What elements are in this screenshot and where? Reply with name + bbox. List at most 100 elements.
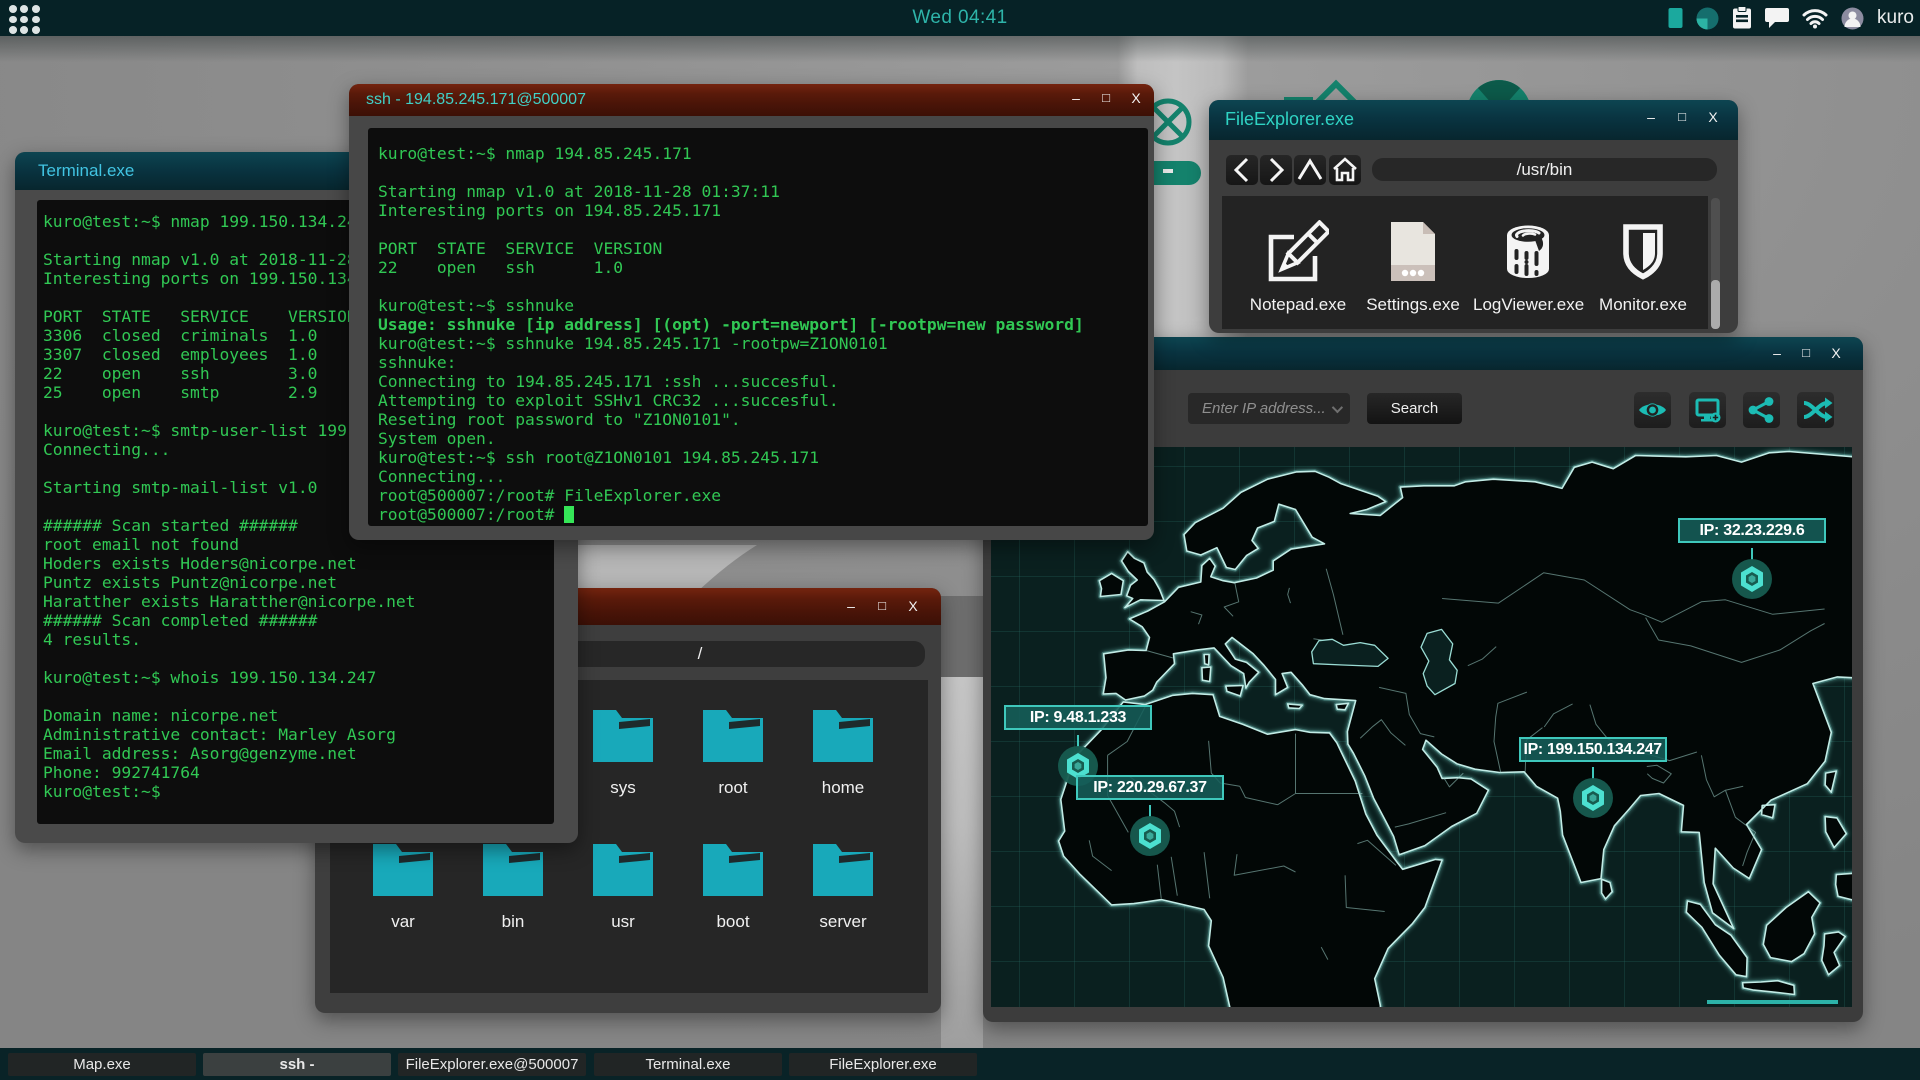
maximize-button[interactable]: □ [1095,90,1117,105]
file-label: Notepad.exe [1249,295,1347,314]
clipboard-icon[interactable] [1732,6,1752,30]
folder-boot[interactable]: boot [678,843,788,932]
folder-icon [703,710,763,762]
nav-up-button[interactable] [1294,155,1326,185]
node-hexagon-icon[interactable] [1130,816,1170,856]
terminal-line: kuro@test:~$ sshnuke 194.85.245.171 -roo… [378,334,888,353]
folder-server[interactable]: server [788,843,898,932]
folder-label: usr [611,912,635,931]
terminal-line: root@500007:/root# [378,505,1148,524]
ssh-titlebar[interactable]: ssh - 194.85.245.171@500007 [349,84,1154,116]
nav-home-button[interactable] [1329,155,1361,185]
terminal-line: kuro@test:~$ nmap 194.85.245.171 [378,144,692,163]
window-title: FileExplorer.exe [1225,109,1355,129]
map-marker[interactable]: IP: 32.23.229.6 [1678,518,1826,604]
username: kuro [1877,7,1914,28]
map-zoom-slider[interactable] [1707,1000,1838,1004]
folder-icon [703,844,763,896]
ip-address-combobox[interactable]: Enter IP address... [1188,393,1350,424]
ssh-window[interactable]: ssh - 194.85.245.171@500007 – □ X kuro@t… [349,84,1154,540]
shuffle-icon [1803,397,1833,423]
taskbar-item-fileexplorer-exe-500007[interactable]: FileExplorer.exe@500007 [398,1053,586,1076]
terminal-line: Attempting to exploit SSHv1 CRC32 ...suc… [378,391,839,410]
search-button[interactable]: Search [1367,393,1462,424]
folder-icon [373,844,433,896]
wifi-icon[interactable] [1802,8,1828,29]
add-monitor-button[interactable] [1689,392,1726,428]
folder-label: var [391,912,415,931]
nav-forward-button[interactable] [1260,155,1292,185]
map-marker[interactable]: IP: 199.150.134.247 [1519,737,1667,823]
terminal-line: kuro@test:~$ [43,782,161,801]
desktop-screen: Wed 04:41 kuro – □ X Enter IP address...… [0,0,1920,1080]
share-button[interactable] [1743,392,1780,428]
maximize-button[interactable]: □ [1795,345,1817,360]
terminal-line: Connecting... [378,467,506,486]
close-button[interactable]: X [1825,345,1847,361]
node-hexagon-icon[interactable] [1732,559,1772,599]
taskbar-item-fileexplorer-exe[interactable]: FileExplorer.exe [789,1053,977,1076]
marker-ip-label: IP: 9.48.1.233 [1004,705,1152,730]
file-LogViewer.exe[interactable]: LogViewer.exe [1473,220,1585,315]
terminal-line: ###### Scan completed ###### [43,611,318,630]
close-button[interactable]: X [1125,90,1147,106]
folder-var[interactable]: var [348,843,458,932]
scrollbar-thumb[interactable] [1711,280,1720,329]
scrollbar[interactable] [1711,198,1720,329]
maximize-button[interactable]: □ [1671,109,1693,124]
file-Monitor.exe[interactable]: Monitor.exe [1588,220,1698,315]
folder-home[interactable]: home [788,709,898,798]
taskbar-item-ssh[interactable]: ssh - [203,1053,391,1076]
folder-bin[interactable]: bin [458,843,568,932]
terminal-line: Haratther exists Haratther@nicorpe.net [43,592,416,611]
terminal-line: PORT STATE SERVICE VERSION [378,239,663,258]
terminal-line: Usage: sshnuke [ip address] [(opt) -port… [378,315,1084,334]
top-bar: Wed 04:41 kuro [0,0,1920,36]
folder-usr[interactable]: usr [568,843,678,932]
file-Settings.exe[interactable]: Settings.exe [1358,220,1468,315]
folder-label: root [718,778,748,797]
terminal-line: kuro@test:~$ whois 199.150.134.247 [43,668,377,687]
minimize-button[interactable]: – [1640,109,1662,125]
map-marker[interactable]: IP: 220.29.67.37 [1076,775,1224,861]
terminal-line: root@500007:/root# FileExplorer.exe [378,486,722,505]
maximize-button[interactable]: □ [871,598,893,613]
terminal-line: Administrative contact: Marley Asorg [43,725,396,744]
minimize-button[interactable]: – [1766,345,1788,361]
folder-root[interactable]: root [678,709,788,798]
eye-button[interactable] [1634,392,1671,428]
minimize-button[interactable]: – [840,598,862,614]
close-button[interactable]: X [1702,109,1724,125]
memory-indicator-icon [1668,8,1683,28]
taskbar-item-map-exe[interactable]: Map.exe [8,1053,196,1076]
chat-icon[interactable] [1765,7,1790,29]
file-explorer-local-window[interactable]: FileExplorer.exe – □ X /usr/bin Notepad.… [1209,100,1738,333]
close-button[interactable]: X [902,598,924,614]
taskbar-item-terminal-exe[interactable]: Terminal.exe [594,1053,782,1076]
terminal-line: Puntz exists Puntz@nicorpe.net [43,573,338,592]
address-bar[interactable]: /usr/bin [1372,158,1717,181]
terminal-line: Domain name: nicorpe.net [43,706,279,725]
file-label: Settings.exe [1366,295,1460,314]
minimize-button[interactable]: – [1065,90,1087,106]
terminal-line: Hoders exists Hoders@nicorpe.net [43,554,357,573]
user-avatar[interactable] [1841,7,1864,30]
monitor-icon [1623,224,1663,280]
ssh-terminal-output[interactable]: kuro@test:~$ nmap 194.85.245.171 Startin… [368,128,1148,526]
terminal-line: sshnuke: [378,353,457,372]
marker-ip-label: IP: 220.29.67.37 [1076,775,1224,800]
file-Notepad.exe[interactable]: Notepad.exe [1243,214,1353,315]
node-hexagon-icon[interactable] [1573,778,1613,818]
window-title: ssh - 194.85.245.171@500007 [366,91,586,108]
nav-back-button[interactable] [1226,155,1258,185]
window-title: Terminal.exe [38,161,135,180]
shuffle-button[interactable] [1797,392,1834,428]
terminal-line: Reseting root password to "Z1ON0101". [378,410,741,429]
file-label: LogViewer.exe [1473,295,1585,314]
folder-sys[interactable]: sys [568,709,678,798]
folder-label: boot [716,912,750,931]
map-window-controls: – □ X [1766,345,1856,365]
terminal-line: kuro@test:~$ sshnuke [378,296,575,315]
